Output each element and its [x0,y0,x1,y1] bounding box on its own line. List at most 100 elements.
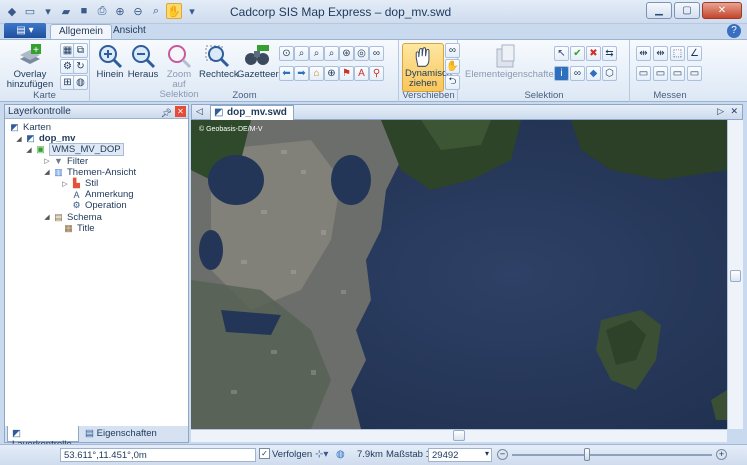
zoom-in-button[interactable]: Hinein [95,43,125,80]
document-tab[interactable]: ◩ dop_mv.swd [210,105,294,120]
zoom-out-icon[interactable]: ⊖ [130,3,146,19]
tab-scroll-left-icon[interactable]: ◁ [196,106,203,117]
scale-input[interactable]: 29492 [428,448,492,462]
copy-map-icon[interactable]: ⧉ [73,43,88,58]
find-binoculars-icon[interactable]: ∞ [570,66,585,81]
panel-title: Layerkontrolle [8,106,71,117]
info-icon[interactable]: i [554,66,569,81]
maximize-button[interactable]: ▢ [674,2,700,19]
tree-node-filter[interactable]: ▷ ▼ Filter [5,156,188,167]
select-shapes-icon[interactable]: ◆ [586,66,601,81]
save-icon[interactable]: ■ [76,3,92,19]
vertical-scrollbar[interactable] [727,120,743,429]
tab-eigenschaften[interactable]: ▤ Eigenschaften [81,426,161,442]
zoom-scale-icon[interactable]: ⌕ [324,46,339,61]
pin-a-icon[interactable]: A [354,66,369,81]
zoom-rectangle-button[interactable]: Rechteck [199,43,239,80]
select-add-icon[interactable]: ✔ [570,46,585,61]
overlay-add-button[interactable]: + Overlay hinzufügen [4,43,56,90]
new-file-icon[interactable]: ▭ [22,3,38,19]
zoom-slider-thumb[interactable] [584,448,590,461]
tab-ansicht[interactable]: Ansicht [105,24,154,39]
collapse-arrow-icon[interactable]: ◢ [15,135,23,143]
open-folder-icon[interactable]: ▰ [58,3,74,19]
zoom-layer-icon[interactable]: ⊛ [339,46,354,61]
back-arrow-icon[interactable]: ⬅ [279,66,294,81]
expand-arrow-icon[interactable]: ▷ [43,157,51,165]
tree-node-wms[interactable]: ◢ ▣ WMS_MV_DOP [5,143,188,157]
select-toggle-icon[interactable]: ⇆ [602,46,617,61]
document-close-icon[interactable]: ✕ [730,106,738,117]
tab-allgemein[interactable]: Allgemein [50,24,112,39]
vertical-scroll-thumb[interactable] [730,270,741,282]
pan-back-icon[interactable]: ⮌ [445,75,460,90]
measure-path-icon[interactable]: ⇹ [653,46,668,61]
collapse-arrow-icon[interactable]: ◢ [43,213,51,221]
tree-node-title[interactable]: ▦ Title [5,223,188,234]
measure-distance-icon[interactable]: ⇹ [636,46,651,61]
pan-dynamic-button[interactable]: Dynamisch ziehen [402,43,452,92]
zoom-window-icon[interactable]: ⌕ [294,46,309,61]
marker-icon[interactable]: ⚑ [339,66,354,81]
refresh-icon[interactable]: ↻ [73,59,88,74]
follow-checkbox[interactable]: ✓ [259,448,270,459]
collapse-arrow-icon[interactable]: ◢ [43,168,51,176]
zoom-plus-small-icon[interactable]: ⊕ [324,66,339,81]
measure-settings-icon[interactable]: ▭ [687,66,702,81]
globe-status-icon[interactable]: ◍ [336,449,345,460]
expand-arrow-icon[interactable]: ▷ [61,180,69,188]
tree-node-schema[interactable]: ◢ ▤ Schema [5,212,188,223]
tree-node-anmerkung[interactable]: A Anmerkung [5,189,188,200]
tree-node-karten[interactable]: ◩ Karten [5,122,188,133]
application-menu-button[interactable]: ▤ ▾ [4,23,46,38]
tree-node-operation[interactable]: ⚙ Operation [5,200,188,211]
pan-hand-small-icon[interactable]: ✋ [445,59,460,74]
zoom-out-button[interactable]: Heraus [127,43,159,80]
zoom-extent-icon[interactable]: ⊙ [279,46,294,61]
gazetteer-button[interactable]: Gazetteer [237,43,279,80]
home-icon[interactable]: ⌂ [309,66,324,81]
forward-arrow-icon[interactable]: ➡ [294,66,309,81]
zoom-in-slider-icon[interactable]: + [716,449,727,460]
select-pointer-icon[interactable]: ↖ [554,46,569,61]
zoom-out-slider-icon[interactable]: − [497,449,508,460]
pan-link-icon[interactable]: ∞ [445,43,460,58]
zoom-previous-icon[interactable]: ⌕ [309,46,324,61]
select-remove-icon[interactable]: ✖ [586,46,601,61]
measure-angle-icon[interactable]: ∠ [687,46,702,61]
overlay-add-label: Overlay hinzufügen [6,69,54,90]
minimize-button[interactable]: ▁ [646,2,672,19]
zoom-all-icon[interactable]: ◎ [354,46,369,61]
tab-list-icon[interactable]: ▷ [717,106,724,117]
zoom-binoculars-icon[interactable]: ∞ [369,46,384,61]
map-view[interactable]: © Geobasis-DE/M-V [191,120,727,429]
panel-close-icon[interactable]: ✕ [175,106,186,117]
zoom-slider-track[interactable] [512,454,712,456]
print-icon[interactable]: ⎙ [94,3,110,19]
measure-copy-icon[interactable]: ▭ [653,66,668,81]
panel-header: Layerkontrolle 📌︎ ✕ [5,105,188,119]
crs-icon[interactable]: ⊹▾ [315,449,328,460]
zoom-in-icon[interactable]: ⊕ [112,3,128,19]
horizontal-scroll-thumb[interactable] [453,430,465,441]
help-icon[interactable]: ? [727,24,741,38]
zoom-search-icon[interactable]: ⌕ [148,3,164,19]
scale-dropdown-icon[interactable]: ▾ [485,449,489,458]
tree-node-themen[interactable]: ◢ ▥ Themen-Ansicht [5,167,188,178]
horizontal-scrollbar[interactable] [191,429,727,442]
pin-b-icon[interactable]: ⚲ [369,66,384,81]
collapse-arrow-icon[interactable]: ◢ [25,146,33,154]
measure-clear-icon[interactable]: ▭ [636,66,651,81]
pan-hand-icon[interactable]: ✋ [166,3,182,19]
measure-area-icon[interactable]: ⬚ [670,46,685,61]
globe-icon[interactable]: ◍ [73,75,88,90]
close-button[interactable]: ✕ [702,2,742,19]
element-properties-button[interactable]: Elementeigenschaften [465,43,559,80]
tab-layerkontrolle[interactable]: ◩ Layerkontrolle [7,426,79,450]
customize-arrow-icon[interactable]: ▾ [184,3,200,19]
dropdown-arrow-icon[interactable]: ▾ [40,3,56,19]
select-polygon-icon[interactable]: ⬡ [602,66,617,81]
tree-node-stil[interactable]: ▷ ▙ Stil [5,178,188,189]
pin-icon[interactable]: 📌︎ [161,106,172,120]
measure-units-icon[interactable]: ▭ [670,66,685,81]
